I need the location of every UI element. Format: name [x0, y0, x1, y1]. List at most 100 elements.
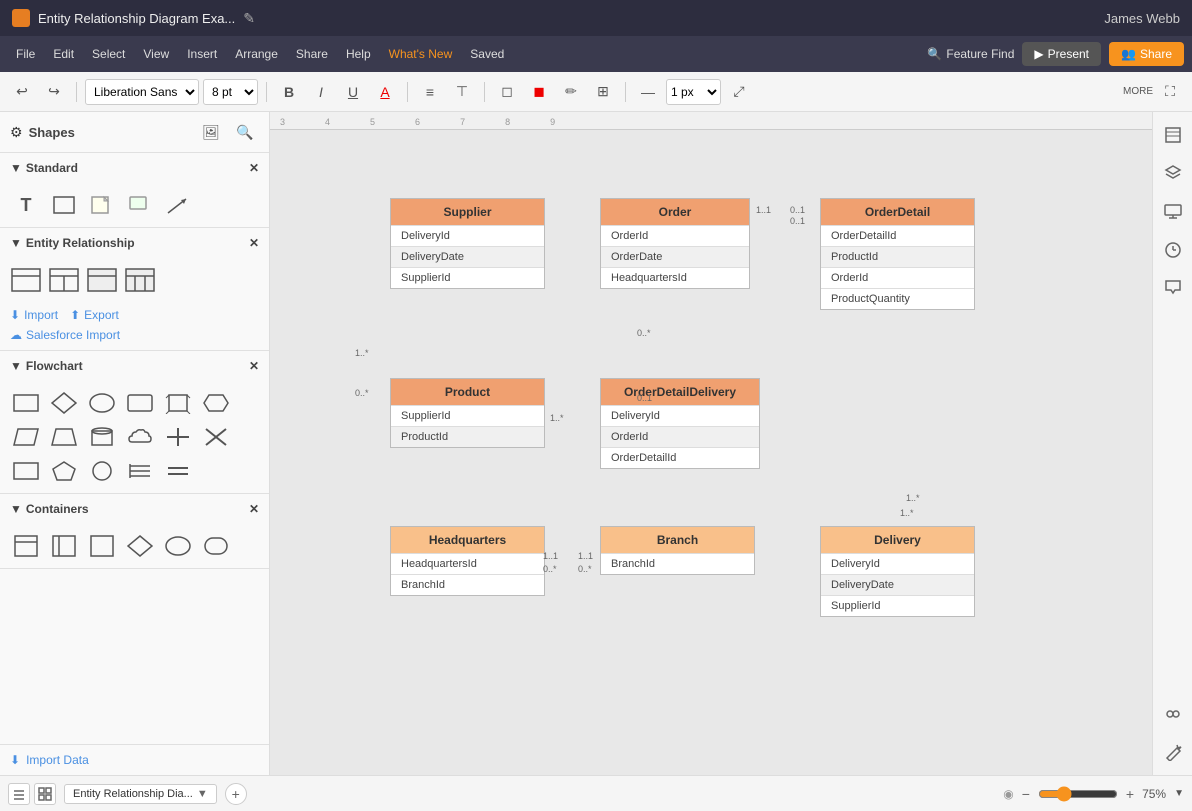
menu-help[interactable]: Help [338, 43, 379, 65]
underline-button[interactable]: U [339, 78, 367, 106]
menu-view[interactable]: View [135, 43, 177, 65]
zoom-percent[interactable]: 75% [1142, 787, 1166, 801]
page-tab[interactable]: Entity Relationship Dia... ▼ [64, 784, 217, 804]
er-table1-shape[interactable] [10, 266, 42, 294]
er-close[interactable]: ✕ [249, 236, 259, 250]
orderdetaildelivery-table[interactable]: OrderDetailDelivery DeliveryId OrderId O… [600, 378, 760, 469]
menu-edit[interactable]: Edit [45, 43, 82, 65]
font-size-select[interactable]: 8 pt [203, 79, 258, 105]
bold-button[interactable]: B [275, 78, 303, 106]
fc-rect3[interactable] [162, 389, 194, 417]
zoom-minus-button[interactable]: − [1022, 786, 1030, 802]
fc-ellipse[interactable] [86, 389, 118, 417]
fc-equals[interactable] [162, 457, 194, 485]
menu-whats-new[interactable]: What's New [381, 43, 461, 65]
flowchart-section-header[interactable]: ▼ Flowchart ✕ [0, 351, 269, 381]
headquarters-table[interactable]: Headquarters HeadquartersId BranchId [390, 526, 545, 596]
er-table4-shape[interactable] [124, 266, 156, 294]
er-section-header[interactable]: ▼ Entity Relationship ✕ [0, 228, 269, 258]
more-button[interactable]: MORE [1124, 78, 1152, 106]
format-button[interactable]: ⊞ [589, 78, 617, 106]
cont-vertical[interactable] [10, 532, 42, 560]
font-color-button[interactable]: A [371, 78, 399, 106]
delivery-table[interactable]: Delivery DeliveryId DeliveryDate Supplie… [820, 526, 975, 617]
redo-button[interactable]: ↪ [40, 78, 68, 106]
cont-diamond[interactable] [124, 532, 156, 560]
text-shape[interactable]: T [10, 191, 42, 219]
er-table2-shape[interactable] [48, 266, 80, 294]
callout-shape[interactable] [124, 191, 156, 219]
fc-circle[interactable] [86, 457, 118, 485]
fc-cloud[interactable] [124, 423, 156, 451]
list-view-button[interactable] [8, 783, 30, 805]
undo-button[interactable]: ↩ [8, 78, 36, 106]
fc-hexagon[interactable] [200, 389, 232, 417]
rect-shape[interactable] [48, 191, 80, 219]
menu-saved[interactable]: Saved [462, 43, 512, 65]
image-insert-button[interactable]: 🖼 [197, 118, 225, 146]
orderdetail-table[interactable]: OrderDetail OrderDetailId ProductId Orde… [820, 198, 975, 310]
font-family-select[interactable]: Liberation Sans [85, 79, 199, 105]
stroke-width-select[interactable]: 1 px [666, 79, 721, 105]
fc-diamond[interactable] [48, 389, 80, 417]
line-color-button[interactable]: ✏ [557, 78, 585, 106]
format-panel-button[interactable] [1158, 699, 1188, 729]
add-page-button[interactable]: + [225, 783, 247, 805]
cont-stadium[interactable] [200, 532, 232, 560]
note-shape[interactable] [86, 191, 118, 219]
stroke-style-button[interactable]: — [634, 78, 662, 106]
layers-button[interactable] [1158, 158, 1188, 188]
fc-cross[interactable] [162, 423, 194, 451]
import-button[interactable]: ⬇ Import [10, 308, 58, 322]
import-data-button[interactable]: Import Data [26, 753, 89, 767]
zoom-plus-button[interactable]: + [1126, 786, 1134, 802]
fc-trapezoid[interactable] [48, 423, 80, 451]
product-table[interactable]: Product SupplierId ProductId [390, 378, 545, 448]
fc-rect4[interactable] [10, 457, 42, 485]
arrow-shape[interactable] [162, 191, 194, 219]
waypoint-button[interactable]: ⤢ [725, 78, 753, 106]
canvas-area[interactable]: 3 4 5 6 7 8 9 1..* 0..* 1..1 0..1 [270, 112, 1152, 775]
timer-button[interactable] [1158, 234, 1188, 264]
containers-section-header[interactable]: ▼ Containers ✕ [0, 494, 269, 524]
branch-table[interactable]: Branch BranchId [600, 526, 755, 575]
export-button[interactable]: ⬆ Export [70, 308, 119, 322]
magic-button[interactable] [1158, 737, 1188, 767]
zoom-down-arrow[interactable]: ▼ [1174, 788, 1184, 799]
grid-view-button[interactable] [34, 783, 56, 805]
fc-parallelogram[interactable] [10, 423, 42, 451]
italic-button[interactable]: I [307, 78, 335, 106]
present-button[interactable]: ▶ Present [1022, 42, 1101, 66]
menu-share[interactable]: Share [288, 43, 336, 65]
fill-color-button[interactable]: ◼ [525, 78, 553, 106]
containers-close[interactable]: ✕ [249, 502, 259, 516]
order-table[interactable]: Order OrderId OrderDate HeadquartersId [600, 198, 750, 289]
standard-section-header[interactable]: ▼ Standard ✕ [0, 153, 269, 183]
menu-file[interactable]: File [8, 43, 43, 65]
fullscreen-button[interactable]: ⛶ [1156, 78, 1184, 106]
fc-cylinder[interactable] [86, 423, 118, 451]
menu-arrange[interactable]: Arrange [227, 43, 286, 65]
pages-button[interactable] [1158, 120, 1188, 150]
fc-xmark[interactable] [200, 423, 232, 451]
fc-list[interactable] [124, 457, 156, 485]
fc-rect2[interactable] [124, 389, 156, 417]
edit-title-icon[interactable]: ✎ [243, 10, 255, 27]
cont-horizontal[interactable] [48, 532, 80, 560]
screen-button[interactable] [1158, 196, 1188, 226]
share-button[interactable]: 👥 Share [1109, 42, 1184, 66]
menu-select[interactable]: Select [84, 43, 133, 65]
er-table3-shape[interactable] [86, 266, 118, 294]
flowchart-close[interactable]: ✕ [249, 359, 259, 373]
search-shapes-button[interactable]: 🔍 [231, 118, 259, 146]
supplier-table[interactable]: Supplier DeliveryId DeliveryDate Supplie… [390, 198, 545, 289]
align-left-button[interactable]: ≡ [416, 78, 444, 106]
shape-fill-button[interactable]: ◻ [493, 78, 521, 106]
zoom-slider[interactable] [1038, 786, 1118, 802]
standard-close[interactable]: ✕ [249, 161, 259, 175]
fc-pentagon[interactable] [48, 457, 80, 485]
align-toggle-button[interactable]: ⊤ [448, 78, 476, 106]
fc-rect[interactable] [10, 389, 42, 417]
feature-find-button[interactable]: 🔍 Feature Find [927, 47, 1014, 61]
chat-button[interactable] [1158, 272, 1188, 302]
